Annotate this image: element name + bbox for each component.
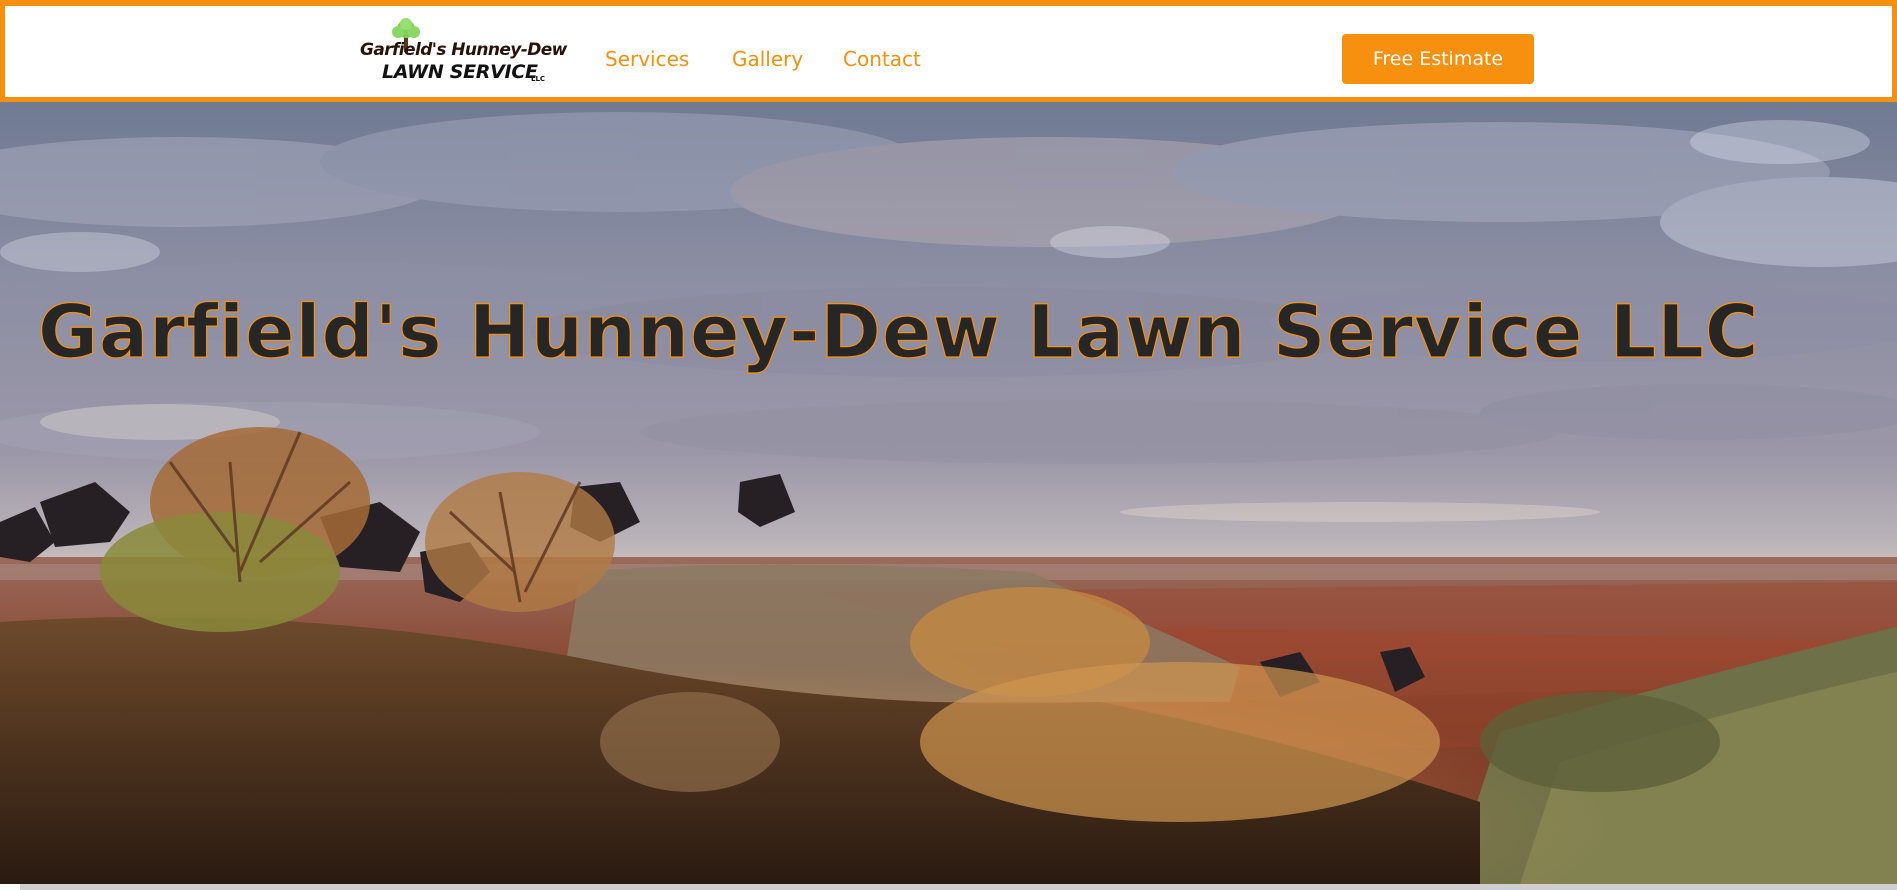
- logo-text-line1: Garfield's Hunney-Dew: [360, 40, 567, 60]
- hero-background-image: [0, 102, 1897, 884]
- nav-link-contact[interactable]: Contact: [843, 46, 921, 72]
- hero-title: Garfield's Hunney-Dew Lawn Service LLC: [37, 289, 1760, 375]
- logo-suffix: LLC: [531, 75, 546, 83]
- logo[interactable]: Garfield's Hunney-Dew LAWN SERVICE LLC: [360, 18, 567, 88]
- nav-link-gallery[interactable]: Gallery: [732, 46, 803, 72]
- horizontal-scrollbar[interactable]: [20, 884, 1897, 890]
- hero-section: Garfield's Hunney-Dew Lawn Service LLC: [0, 102, 1897, 884]
- free-estimate-button[interactable]: Free Estimate: [1342, 34, 1534, 84]
- nav-link-services[interactable]: Services: [605, 46, 689, 72]
- logo-text-line2: LAWN SERVICE: [382, 61, 538, 83]
- site-header: Garfield's Hunney-Dew LAWN SERVICE LLC S…: [0, 0, 1897, 102]
